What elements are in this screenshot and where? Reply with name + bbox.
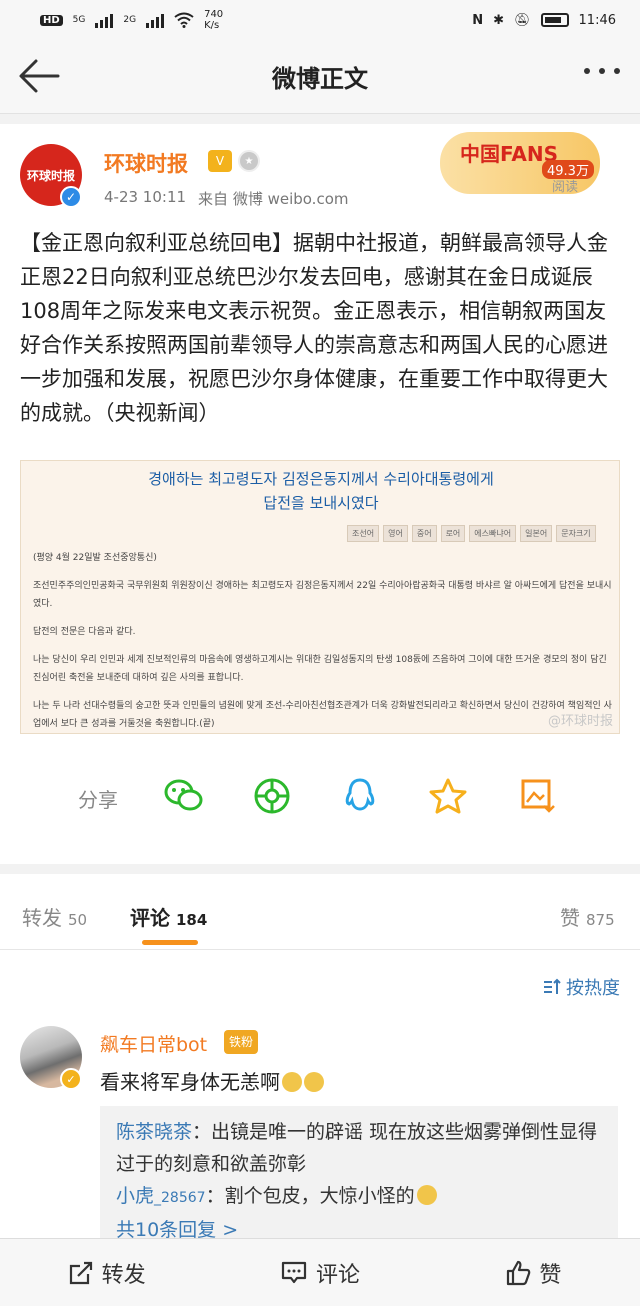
comment-button[interactable]: 评论 xyxy=(213,1239,426,1306)
nav-bar: 微博正文 xyxy=(0,40,640,114)
save-image-button[interactable] xyxy=(518,776,558,816)
sort-icon xyxy=(544,978,561,994)
signal-icon xyxy=(95,12,114,28)
tab-reposts[interactable]: 转发 50 xyxy=(22,902,87,931)
post-time: 4-23 10:11 xyxy=(104,188,187,206)
moments-share-button[interactable] xyxy=(252,776,292,816)
reply-box[interactable]: 陈茶晓茶：出镜是唯一的辟谣 现在放这些烟雾弹倒性显得过于的刻意和欲盖弥彰 小虎_… xyxy=(100,1106,618,1241)
moments-icon xyxy=(254,778,290,814)
star-icon xyxy=(429,778,467,814)
network-2g-label: 2G xyxy=(123,15,137,25)
verified-icon: ✓ xyxy=(60,186,82,208)
clock: 11:46 xyxy=(578,12,616,28)
thumbs-up-icon xyxy=(507,1260,531,1285)
post-card: 环球时报 ✓ 环球时报 V ★ 4-23 10:11 来自 微博 weibo.c… xyxy=(0,124,640,864)
commenter-verified-icon: ✓ xyxy=(60,1068,82,1090)
post-source: 来自 微博 weibo.com xyxy=(198,190,349,208)
vip-crown-icon: V xyxy=(208,150,232,172)
reply-author[interactable]: 小虎 xyxy=(116,1185,154,1207)
reply-item: 小虎_28567：割个包皮，大惊小怪的 xyxy=(116,1180,602,1214)
share-edit-icon xyxy=(69,1261,92,1284)
arrow-left-icon xyxy=(19,59,60,93)
more-dots-icon xyxy=(584,68,590,74)
image-body-text: (평양 4월 22일발 조선중앙통신) 조선민주주의인민공화국 국무위원회 위원… xyxy=(33,553,612,729)
doge-emoji-icon xyxy=(304,1072,324,1092)
battery-icon xyxy=(540,13,569,27)
wechat-share-button[interactable] xyxy=(164,776,204,816)
post-meta: 4-23 10:11 来自 微博 weibo.com xyxy=(104,188,349,209)
qzone-share-button[interactable] xyxy=(428,776,468,816)
reply-author[interactable]: 陈茶晓茶 xyxy=(116,1121,192,1143)
tab-likes[interactable]: 赞 875 xyxy=(560,902,615,931)
qq-share-button[interactable] xyxy=(340,776,380,816)
comment-text: 看来将军身体无恙啊 xyxy=(100,1066,324,1095)
back-button[interactable] xyxy=(18,56,60,96)
tab-active-indicator xyxy=(142,940,198,945)
comment-icon xyxy=(281,1261,307,1283)
comment-list: 按热度 ✓ 飙车日常bot 铁粉 看来将军身体无恙啊 陈茶晓茶：出镜是唯一的辟谣… xyxy=(0,950,640,1241)
doge-emoji-icon xyxy=(416,1185,437,1205)
tab-comments[interactable]: 评论 184 xyxy=(130,902,207,931)
post-image[interactable]: 경애하는 최고령도자 김정은동지께서 수리아대통령에게 답전을 보내시였다 조선… xyxy=(20,460,620,734)
image-language-bar: 조선어 영어 중어 로어 에스빠냐어 일본어 문자크기 xyxy=(347,525,596,542)
fan-level-badge: 铁粉 xyxy=(224,1030,259,1054)
author-name[interactable]: 环球时报 xyxy=(104,148,188,178)
nfc-icon: N xyxy=(472,12,484,28)
more-button[interactable] xyxy=(584,68,620,74)
net-speed: 740 K/s xyxy=(204,9,224,31)
interaction-tabs: 转发 50 评论 184 赞 875 xyxy=(0,874,640,950)
status-bar: HD 5G 2G 740 K/s N ✱ 🔕︎ 11:46 xyxy=(0,0,640,40)
qq-penguin-icon xyxy=(345,778,375,811)
mute-bell-icon: 🔕︎ xyxy=(514,12,531,28)
network-5g-label: 5G xyxy=(72,15,86,25)
doge-emoji-icon xyxy=(282,1072,302,1092)
image-watermark: @环球时报 xyxy=(547,714,613,729)
share-row: 分享 xyxy=(0,760,640,830)
wifi-icon xyxy=(174,12,194,28)
medal-icon: ★ xyxy=(238,150,260,172)
repost-button[interactable]: 转发 xyxy=(0,1239,213,1306)
bottom-action-bar: 转发 评论 赞 xyxy=(0,1238,640,1306)
commenter-name[interactable]: 飙车日常bot xyxy=(100,1030,207,1057)
image-headline: 경애하는 최고령도자 김정은동지께서 수리아대통령에게 답전을 보내시였다 xyxy=(148,470,494,512)
like-button[interactable]: 赞 xyxy=(427,1239,640,1306)
wechat-icon xyxy=(164,779,203,811)
bluetooth-icon: ✱ xyxy=(493,12,505,28)
post-text: 【金正恩向叙利亚总统回电】据朝中社报道，朝鲜最高领导人金正恩22日向叙利亚总统巴… xyxy=(20,231,608,425)
reply-item: 陈茶晓茶：出镜是唯一的辟谣 现在放这些烟雾弹倒性显得过于的刻意和欲盖弥彰 xyxy=(116,1121,598,1175)
hd-indicator: HD xyxy=(40,14,63,26)
page-title: 微博正文 xyxy=(272,65,368,93)
signal-icon-2 xyxy=(146,12,165,28)
read-label: 阅读 xyxy=(552,180,579,195)
share-label: 分享 xyxy=(78,788,118,812)
image-download-icon xyxy=(521,779,555,813)
sort-button[interactable]: 按热度 xyxy=(542,974,620,1000)
